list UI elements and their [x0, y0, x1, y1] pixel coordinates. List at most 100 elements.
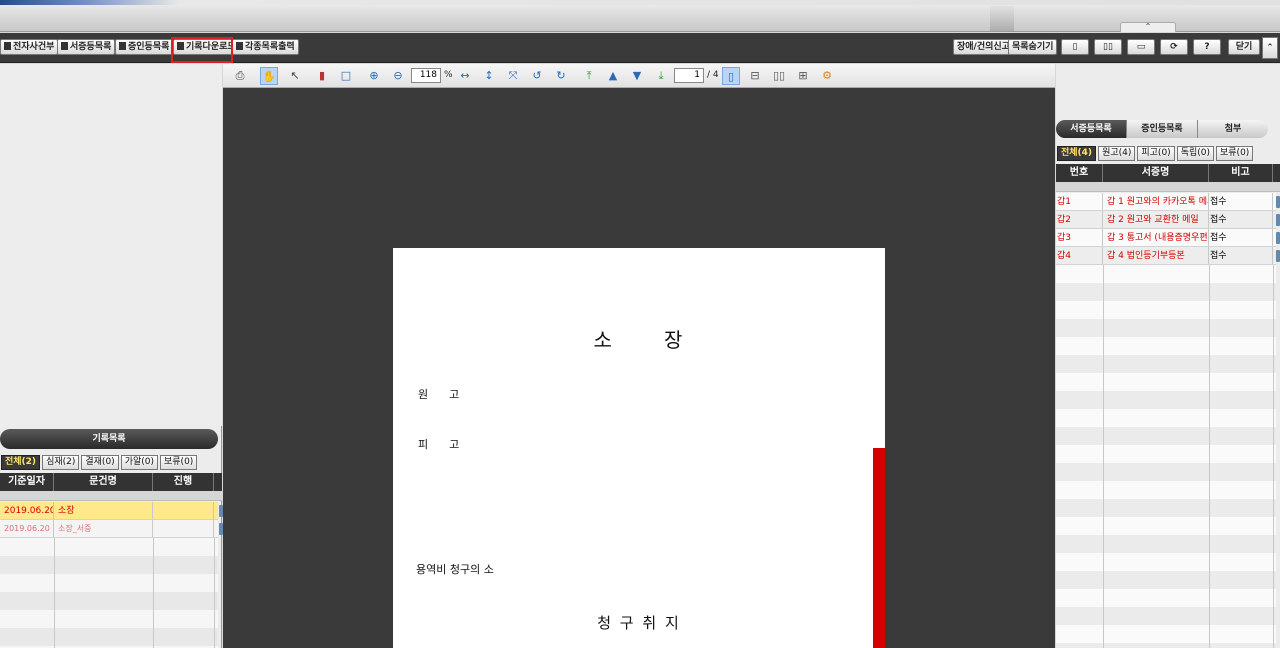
right-panel: 서증등목록 증인등목록 첨부 전체(4) 원고(4) 피고(0) 독립(0) 보…	[1056, 64, 1280, 648]
document-page: 소 장 원 고 피 고 용역비 청구의 소 청 구 취 지	[393, 248, 885, 648]
people-icon	[119, 42, 126, 50]
record-list-title: 기록목록	[0, 429, 218, 449]
refresh-icon[interactable]: ⟳	[1160, 39, 1188, 55]
settings-icon[interactable]: ⚙	[818, 67, 836, 85]
chevron-icon[interactable]: ⌃	[1262, 37, 1278, 59]
single-page-icon[interactable]: ▯	[722, 67, 740, 85]
col-note[interactable]: 비고	[1209, 164, 1273, 182]
bookmark-icon[interactable]: ▮	[313, 67, 331, 85]
app-window: ⌃ 전자사건부 서증등목록 증인등목록 기록다운로드 각종목록출력 장애/건의신…	[0, 0, 1280, 648]
row-scroll-marker[interactable]	[1276, 250, 1280, 262]
table-row[interactable]: 갑3 갑 3 통고서 (내용증명우편) 접수	[1056, 229, 1276, 247]
table-row[interactable]: 갑2 갑 2 원고와 교환한 메일 접수	[1056, 211, 1276, 229]
document-title: 소 장	[593, 328, 685, 352]
evidence-grid-subheader	[1056, 182, 1280, 192]
tab-plaintiff[interactable]: 원고(4)	[1098, 146, 1136, 161]
tab-evidence-list[interactable]: 서증등목록	[1056, 120, 1127, 138]
tab-defendant[interactable]: 피고(0)	[1137, 146, 1175, 161]
monitor-icon[interactable]: ▭	[1127, 39, 1155, 55]
col-number[interactable]: 번호	[1056, 164, 1103, 182]
doc-icon	[61, 42, 68, 50]
evidence-grid-header: 번호 서증명 비고	[1056, 164, 1280, 182]
defendant-label: 피 고	[418, 438, 460, 451]
col-evidence-name[interactable]: 서증명	[1103, 164, 1209, 182]
fit-width-icon[interactable]: ↔	[456, 67, 474, 85]
evidence-list-button[interactable]: 서증등목록	[57, 39, 116, 55]
title-gradient-line	[0, 0, 1280, 5]
close-button[interactable]: 닫기	[1228, 39, 1260, 55]
grid-view-icon[interactable]: ⊞	[794, 67, 812, 85]
tab-all[interactable]: 전체(2)	[1, 455, 41, 470]
print-lists-button[interactable]: 각종목록출력	[232, 39, 299, 55]
electronic-case-button[interactable]: 전자사건부	[0, 39, 59, 55]
tab-all[interactable]: 전체(4)	[1057, 146, 1097, 161]
row-scroll-marker[interactable]	[1276, 232, 1280, 244]
plaintiff-label: 원 고	[418, 388, 460, 401]
two-page-icon[interactable]: ▯▯	[770, 67, 788, 85]
empty-rows	[0, 538, 218, 648]
hand-tool-icon[interactable]: ✋	[260, 67, 278, 85]
tab-approval[interactable]: 결재(0)	[81, 455, 119, 470]
col-docname[interactable]: 문건명	[54, 473, 153, 491]
fit-height-icon[interactable]: ↕	[480, 67, 498, 85]
record-grid-subheader	[0, 491, 222, 501]
highlight-box	[171, 37, 233, 63]
record-filter-tabs: 전체(2) 심재(2) 결재(0) 가알(0) 보류(0)	[1, 455, 198, 470]
tab-review[interactable]: 심재(2)	[42, 455, 80, 470]
table-row[interactable]: 2019.06.20 소장	[0, 502, 218, 520]
title-band: ⌃	[0, 0, 1280, 32]
tab-attachment[interactable]: 첨부	[1198, 120, 1268, 138]
tab-hold[interactable]: 보류(0)	[1216, 146, 1254, 161]
row-scroll-marker[interactable]	[1276, 214, 1280, 226]
report-issue-button[interactable]: 장애/건의신고	[953, 39, 1014, 55]
left-empty-area	[0, 64, 222, 426]
evidence-filter-tabs: 전체(4) 원고(4) 피고(0) 독립(0) 보류(0)	[1057, 146, 1254, 161]
table-row[interactable]: 2019.06.20 소장_서증	[0, 520, 218, 538]
help-icon[interactable]: ?	[1193, 39, 1221, 55]
col-extra	[214, 473, 222, 491]
zoom-in-icon[interactable]: ⊕	[365, 67, 383, 85]
printer-icon	[236, 42, 243, 50]
select-tool-icon[interactable]: ↖	[286, 67, 304, 85]
print-icon[interactable]: ⎙	[231, 67, 249, 85]
witness-list-button[interactable]: 증인등목록	[115, 39, 174, 55]
first-page-icon[interactable]: ⤒	[580, 67, 598, 85]
table-row[interactable]: 갑1 갑 1 원고와의 카카오톡 메시 접수	[1056, 193, 1276, 211]
zoom-out-icon[interactable]: ⊖	[389, 67, 407, 85]
left-panel: 기록목록 전체(2) 심재(2) 결재(0) 가알(0) 보류(0) 기준일자 …	[0, 64, 223, 648]
col-progress[interactable]: 진행	[153, 473, 214, 491]
document-viewer: ⎙ ✋ ↖ ▮ □ ⊕ ⊖ 118 % ↔ ↕ ⤧ ↺ ↻ ⤒ ▲ ▼ ⤓ 1 …	[223, 64, 1055, 648]
zoom-input[interactable]: 118	[411, 68, 441, 83]
col-date[interactable]: 기준일자	[0, 473, 54, 491]
right-top-tabs: 서증등목록 증인등목록 첨부	[1056, 120, 1268, 138]
rotate-right-icon[interactable]: ↻	[552, 67, 570, 85]
claim-heading: 청 구 취 지	[597, 614, 681, 632]
record-grid-header: 기준일자 문건명 진행	[0, 473, 222, 491]
book-icon	[4, 42, 11, 50]
page-input[interactable]: 1	[674, 68, 704, 83]
table-row[interactable]: 갑4 갑 4 법인등기부등본 접수	[1056, 247, 1276, 265]
rotate-left-icon[interactable]: ↺	[528, 67, 546, 85]
hide-list-button[interactable]: 목록숨기기	[1008, 39, 1058, 55]
fit-page-icon[interactable]: ⤧	[504, 67, 522, 85]
tab-independent[interactable]: 독립(0)	[1176, 146, 1214, 161]
col-extra	[1273, 164, 1280, 182]
annotation-bar	[873, 448, 885, 648]
empty-rows	[1056, 265, 1276, 648]
zoom-unit: %	[444, 70, 453, 80]
dual-page-icon[interactable]: ▯▯	[1094, 39, 1122, 55]
last-page-icon[interactable]: ⤓	[652, 67, 670, 85]
title-decoration	[990, 6, 1014, 32]
page-total: / 4	[707, 70, 719, 80]
next-page-icon[interactable]: ▼	[628, 67, 646, 85]
tab-hold[interactable]: 보류(0)	[160, 455, 198, 470]
viewer-toolbar: ⎙ ✋ ↖ ▮ □ ⊕ ⊖ 118 % ↔ ↕ ⤧ ↺ ↻ ⤒ ▲ ▼ ⤓ 1 …	[223, 64, 1055, 88]
tab-provisional[interactable]: 가알(0)	[120, 455, 158, 470]
book-icon[interactable]: ▯	[1061, 39, 1089, 55]
continuous-icon[interactable]: ⊟	[746, 67, 764, 85]
tab-witness-list[interactable]: 증인등목록	[1127, 120, 1198, 138]
row-scroll-marker[interactable]	[1276, 196, 1280, 208]
prev-page-icon[interactable]: ▲	[604, 67, 622, 85]
shape-tool-icon[interactable]: □	[337, 67, 355, 85]
collapse-handle[interactable]: ⌃	[1120, 22, 1176, 32]
